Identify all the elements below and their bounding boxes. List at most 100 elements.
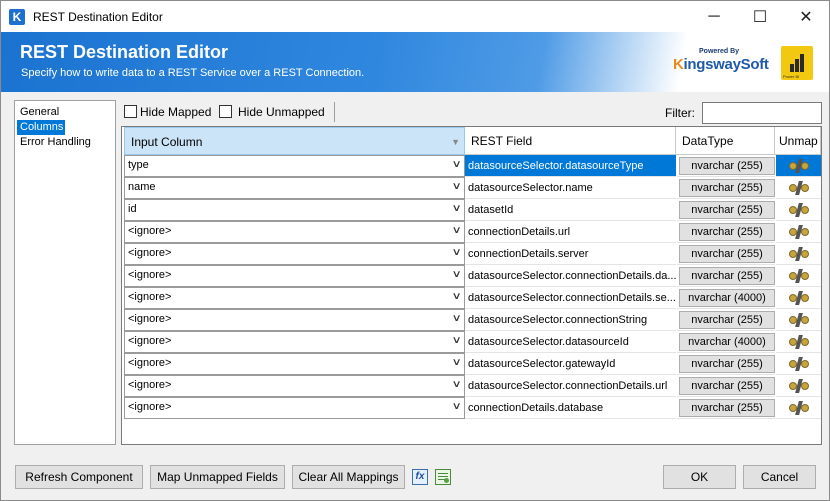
input-column-select[interactable]: name ∨ <box>124 177 465 199</box>
mapping-row[interactable]: <ignore> ∨ datasourceSelector.connectionDe… <box>122 375 821 397</box>
input-column-select[interactable]: <ignore> ∨ <box>124 287 465 309</box>
unplug-icon[interactable] <box>788 312 810 327</box>
nav-item-error-handling[interactable]: Error Handling <box>15 135 115 150</box>
header-rest-field[interactable]: REST Field <box>465 127 676 155</box>
datatype-button[interactable]: nvarchar (255) <box>679 157 775 175</box>
unplug-icon[interactable] <box>788 334 810 349</box>
chevron-down-icon[interactable]: ∨ <box>451 269 461 280</box>
fx-icon[interactable]: fx <box>412 469 428 485</box>
input-column-select[interactable]: <ignore> ∨ <box>124 353 465 375</box>
input-column-value: <ignore> <box>128 291 172 303</box>
unplug-icon[interactable] <box>788 202 810 217</box>
datatype-button[interactable]: nvarchar (255) <box>679 201 775 219</box>
input-column-value: <ignore> <box>128 379 172 391</box>
datatype-button[interactable]: nvarchar (4000) <box>679 289 775 307</box>
datatype-button[interactable]: nvarchar (255) <box>679 267 775 285</box>
chevron-down-icon[interactable]: ∨ <box>451 247 461 258</box>
mapping-row[interactable]: <ignore> ∨ datasourceSelector.connectionSt… <box>122 309 821 331</box>
unplug-icon[interactable] <box>788 378 810 393</box>
chevron-down-icon[interactable]: ∨ <box>451 357 461 368</box>
unmap-cell <box>776 287 821 309</box>
datatype-button[interactable]: nvarchar (255) <box>679 311 775 329</box>
map-unmapped-fields-button[interactable]: Map Unmapped Fields <box>150 465 285 489</box>
input-column-select[interactable]: <ignore> ∨ <box>124 397 465 419</box>
rest-field-cell: datasourceSelector.gatewayId <box>465 353 676 375</box>
unplug-icon[interactable] <box>788 290 810 305</box>
datatype-button[interactable]: nvarchar (4000) <box>679 333 775 351</box>
input-column-select[interactable]: <ignore> ∨ <box>124 221 465 243</box>
mapping-row[interactable]: <ignore> ∨ datasourceSelector.connectionDe… <box>122 265 821 287</box>
cancel-button[interactable]: Cancel <box>743 465 816 489</box>
toolbar-divider <box>334 102 335 122</box>
chevron-down-icon[interactable]: ∨ <box>451 401 461 412</box>
input-column-select[interactable]: <ignore> ∨ <box>124 331 465 353</box>
input-column-select[interactable]: <ignore> ∨ <box>124 309 465 331</box>
unplug-icon[interactable] <box>788 158 810 173</box>
banner-subtitle: Specify how to write data to a REST Serv… <box>21 67 365 79</box>
nav-item-columns[interactable]: Columns <box>17 120 65 135</box>
chevron-down-icon[interactable]: ∨ <box>451 313 461 324</box>
chevron-down-icon[interactable]: ∨ <box>451 335 461 346</box>
grid-header: Input Column ▼ REST Field DataType Unmap <box>122 127 821 155</box>
input-column-select[interactable]: id ∨ <box>124 199 465 221</box>
maximize-button[interactable]: ☐ <box>737 1 783 32</box>
input-column-select[interactable]: <ignore> ∨ <box>124 265 465 287</box>
mapping-row[interactable]: id ∨ datasetId nvarchar (255) <box>122 199 821 221</box>
unplug-icon[interactable] <box>788 224 810 239</box>
rest-field-cell: connectionDetails.server <box>465 243 676 265</box>
column-mapping-grid: Input Column ▼ REST Field DataType Unmap … <box>121 126 822 445</box>
header-unmap[interactable]: Unmap <box>775 127 821 155</box>
banner-title: REST Destination Editor <box>20 42 229 62</box>
unplug-icon[interactable] <box>788 246 810 261</box>
filter-input[interactable] <box>702 102 822 124</box>
datatype-button[interactable]: nvarchar (255) <box>679 179 775 197</box>
hide-unmapped-label: Hide Unmapped <box>238 105 325 119</box>
unplug-icon[interactable] <box>788 268 810 283</box>
datatype-cell: nvarchar (255) <box>677 265 775 287</box>
chevron-down-icon[interactable]: ∨ <box>451 159 461 170</box>
datatype-button[interactable]: nvarchar (255) <box>679 399 775 417</box>
minimize-button[interactable]: ─ <box>691 1 737 32</box>
input-column-select[interactable]: type ∨ <box>124 155 465 177</box>
window-title: REST Destination Editor <box>33 9 163 24</box>
refresh-component-button[interactable]: Refresh Component <box>15 465 143 489</box>
datatype-cell: nvarchar (255) <box>677 177 775 199</box>
input-column-select[interactable]: <ignore> ∨ <box>124 375 465 397</box>
mapping-row[interactable]: type ∨ datasourceSelector.datasourceType nv… <box>122 155 821 177</box>
chevron-down-icon[interactable]: ∨ <box>451 291 461 302</box>
hide-unmapped-checkbox[interactable] <box>219 105 232 118</box>
header-input-column[interactable]: Input Column ▼ <box>124 127 465 155</box>
close-button[interactable]: ✕ <box>783 1 829 32</box>
mapping-row[interactable]: <ignore> ∨ connectionDetails.database nvarc… <box>122 397 821 419</box>
datatype-button[interactable]: nvarchar (255) <box>679 245 775 263</box>
unplug-icon[interactable] <box>788 356 810 371</box>
clear-all-mappings-button[interactable]: Clear All Mappings <box>292 465 405 489</box>
datatype-button[interactable]: nvarchar (255) <box>679 377 775 395</box>
chevron-down-icon[interactable]: ∨ <box>451 225 461 236</box>
datatype-button[interactable]: nvarchar (255) <box>679 355 775 373</box>
hide-mapped-checkbox[interactable] <box>124 105 137 118</box>
mapping-row[interactable]: <ignore> ∨ datasourceSelector.connectionDe… <box>122 287 821 309</box>
grid-settings-icon[interactable] <box>435 469 451 485</box>
input-column-value: <ignore> <box>128 313 172 325</box>
input-column-select[interactable]: <ignore> ∨ <box>124 243 465 265</box>
ok-button[interactable]: OK <box>663 465 736 489</box>
datatype-button[interactable]: nvarchar (255) <box>679 223 775 241</box>
unplug-icon[interactable] <box>788 180 810 195</box>
title-bar: K REST Destination Editor ─ ☐ ✕ <box>1 1 829 32</box>
rest-field-cell: datasourceSelector.connectionDetails.da.… <box>465 265 676 287</box>
mapping-row[interactable]: <ignore> ∨ connectionDetails.url nvarchar (… <box>122 221 821 243</box>
input-column-value: name <box>128 181 156 193</box>
sort-arrow-icon: ▼ <box>451 137 460 147</box>
mapping-row[interactable]: <ignore> ∨ connectionDetails.server nvarcha… <box>122 243 821 265</box>
unplug-icon[interactable] <box>788 400 810 415</box>
header-datatype[interactable]: DataType <box>676 127 775 155</box>
input-column-value: <ignore> <box>128 357 172 369</box>
mapping-row[interactable]: <ignore> ∨ datasourceSelector.datasourceId… <box>122 331 821 353</box>
chevron-down-icon[interactable]: ∨ <box>451 203 461 214</box>
chevron-down-icon[interactable]: ∨ <box>451 181 461 192</box>
mapping-row[interactable]: name ∨ datasourceSelector.name nvarchar (25… <box>122 177 821 199</box>
mapping-row[interactable]: <ignore> ∨ datasourceSelector.gatewayId nva… <box>122 353 821 375</box>
chevron-down-icon[interactable]: ∨ <box>451 379 461 390</box>
nav-item-general[interactable]: General <box>15 105 115 120</box>
